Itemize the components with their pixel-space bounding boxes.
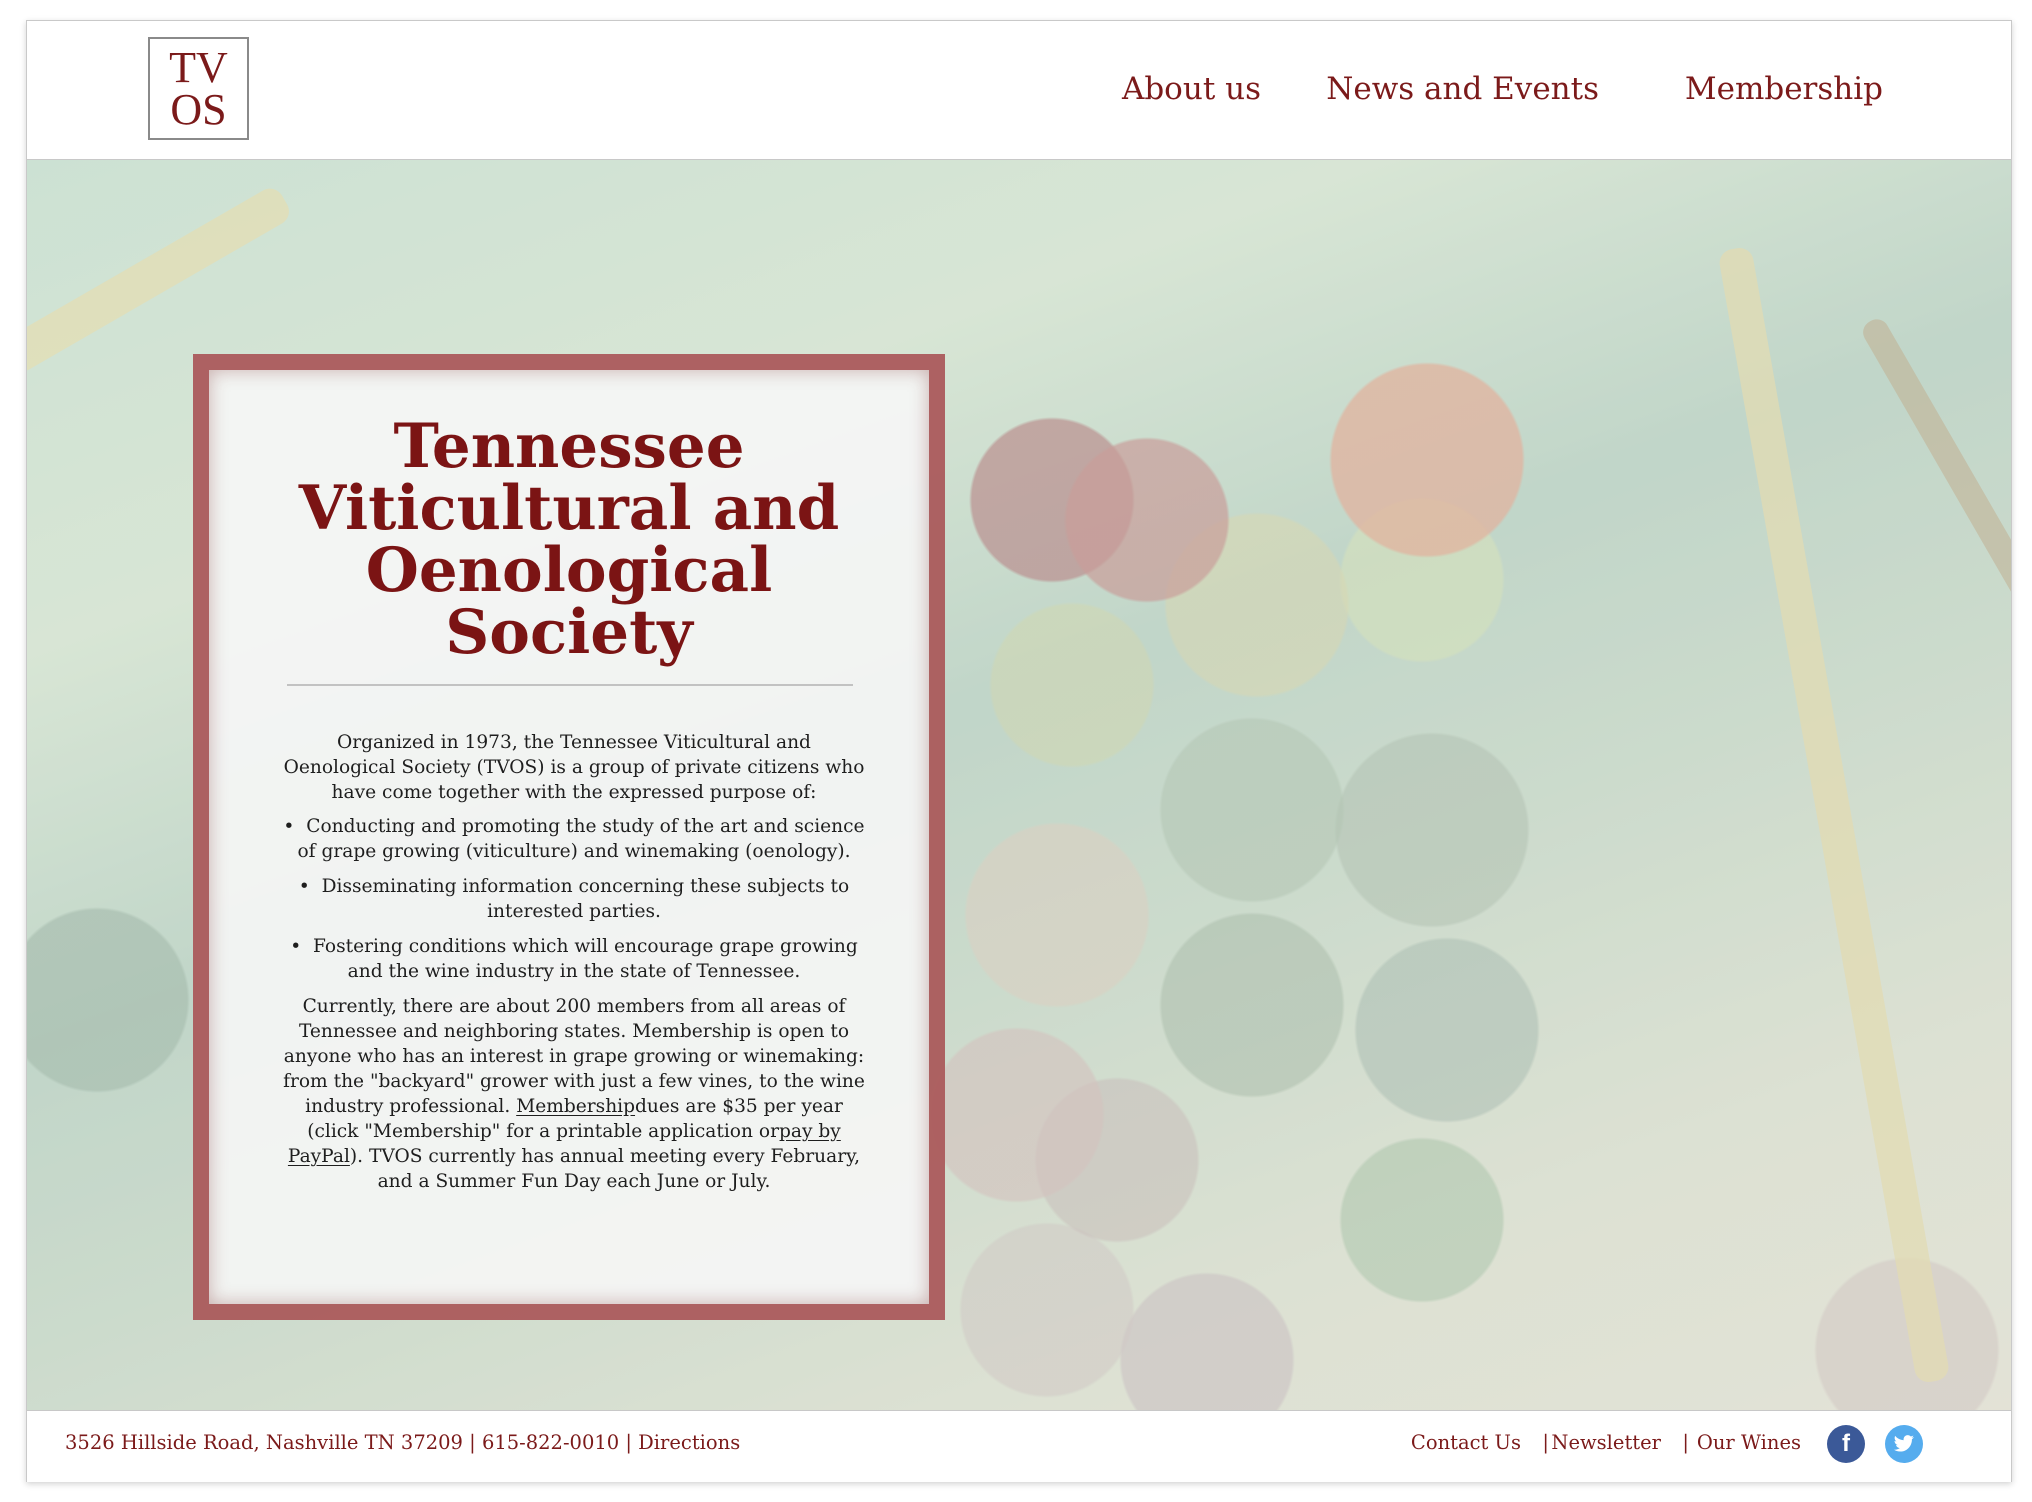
closing-paragraph: Currently, there are about 200 members f… bbox=[279, 994, 869, 1194]
footer-contact-us-link[interactable]: Contact Us bbox=[1411, 1431, 1521, 1454]
tvos-logo[interactable]: TV OS bbox=[148, 37, 249, 140]
list-item: Fostering conditions which will encourag… bbox=[279, 934, 869, 984]
nav-about-us[interactable]: About us bbox=[1122, 71, 1261, 107]
facebook-glyph: f bbox=[1842, 1430, 1850, 1457]
purpose-list: Conducting and promoting the study of th… bbox=[279, 814, 869, 984]
facebook-icon[interactable]: f bbox=[1827, 1425, 1865, 1463]
closing-text-c: ). TVOS currently has annual meeting eve… bbox=[349, 1146, 861, 1192]
footer-divider: | bbox=[625, 1431, 632, 1454]
hero-grape-background: Tennessee Viticultural and Oenological S… bbox=[27, 160, 2011, 1410]
footer-newsletter-link[interactable]: Newsletter bbox=[1551, 1431, 1661, 1454]
about-text: Organized in 1973, the Tennessee Viticul… bbox=[279, 730, 869, 1203]
twitter-icon[interactable] bbox=[1885, 1425, 1923, 1463]
site-header: TV OS About us News and Events Membershi… bbox=[27, 21, 2011, 160]
footer-phone[interactable]: 615-822-0010 bbox=[482, 1431, 619, 1454]
twitter-bird-icon bbox=[1893, 1435, 1914, 1452]
footer-address: 3526 Hillside Road, Nashville TN 37209 bbox=[65, 1431, 463, 1454]
page-title: Tennessee Viticultural and Oenological S… bbox=[298, 411, 840, 668]
footer-divider: | bbox=[469, 1431, 476, 1454]
about-card: Tennessee Viticultural and Oenological S… bbox=[193, 354, 945, 1320]
logo-line-1: TV bbox=[169, 42, 228, 92]
title-divider bbox=[287, 684, 853, 686]
page-frame: TV OS About us News and Events Membershi… bbox=[26, 20, 2012, 1482]
footer-divider: | bbox=[1682, 1431, 1689, 1454]
list-item: Disseminating information concerning the… bbox=[279, 874, 869, 924]
intro-paragraph: Organized in 1973, the Tennessee Viticul… bbox=[283, 732, 865, 803]
footer-contact-info: 3526 Hillside Road, Nashville TN 37209 |… bbox=[65, 1431, 740, 1454]
footer-divider: | bbox=[1542, 1431, 1549, 1454]
membership-link[interactable]: Membership bbox=[516, 1096, 635, 1117]
nav-membership[interactable]: Membership bbox=[1685, 71, 1883, 107]
nav-news-and-events[interactable]: News and Events bbox=[1326, 71, 1599, 107]
list-item: Conducting and promoting the study of th… bbox=[279, 814, 869, 864]
site-footer: 3526 Hillside Road, Nashville TN 37209 |… bbox=[27, 1410, 2011, 1482]
footer-directions-link[interactable]: Directions bbox=[638, 1431, 740, 1454]
footer-our-wines-link[interactable]: Our Wines bbox=[1697, 1431, 1801, 1454]
logo-line-2: OS bbox=[170, 84, 227, 134]
